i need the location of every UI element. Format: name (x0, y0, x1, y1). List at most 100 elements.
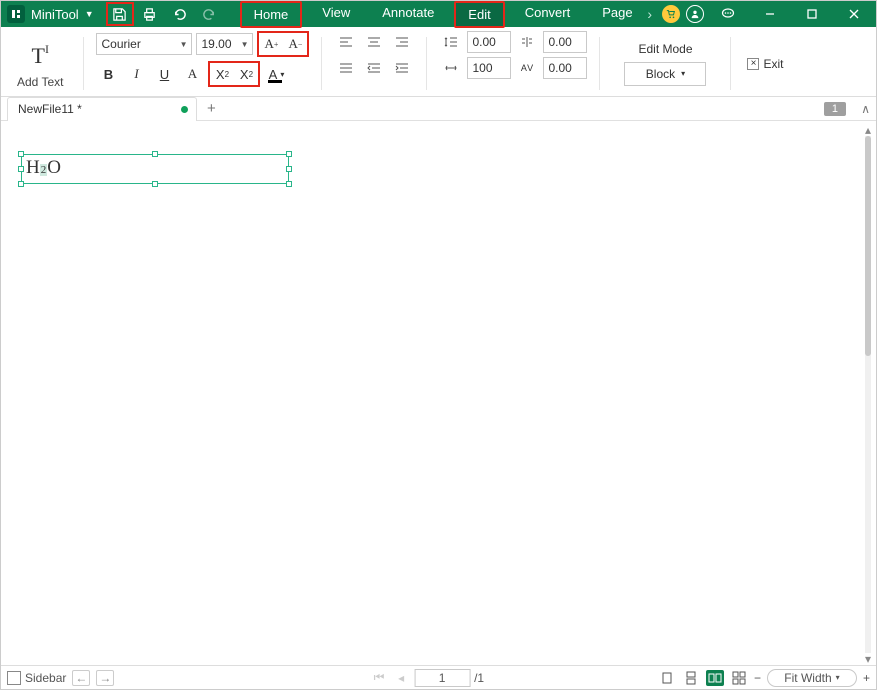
subscript-button[interactable]: X2 (234, 63, 258, 85)
shrink-font-button[interactable]: A− (283, 33, 307, 55)
resize-handle[interactable] (152, 151, 158, 157)
zoom-value: Fit Width (784, 671, 831, 685)
horiz-scale-input[interactable]: 100 (467, 57, 511, 79)
horiz-scale-icon (439, 57, 463, 79)
align-justify-button[interactable] (334, 57, 358, 79)
indent-increase-button[interactable] (390, 57, 414, 79)
document-canvas[interactable]: H2O ▴ ▾ (1, 124, 876, 665)
menu-view[interactable]: View (310, 1, 362, 28)
sidebar-icon (7, 671, 21, 685)
selected-textbox[interactable]: H2O (21, 154, 289, 184)
undo-icon[interactable] (166, 2, 194, 26)
bold-button[interactable]: B (96, 63, 120, 85)
resize-handle[interactable] (286, 151, 292, 157)
italic-button[interactable]: I (124, 63, 148, 85)
prev-page-icon[interactable]: ◂ (392, 671, 410, 685)
superscript-button[interactable]: X2 (210, 63, 234, 85)
line-spacing-icon (439, 31, 463, 53)
exit-label: Exit (763, 57, 783, 71)
user-icon[interactable] (686, 5, 704, 23)
app-name: MiniTool (31, 7, 79, 22)
maximize-button[interactable] (794, 1, 830, 27)
chevron-down-icon: ▾ (681, 69, 685, 78)
resize-handle[interactable] (18, 166, 24, 172)
font-size-value: 19.00 (201, 37, 231, 51)
view-continuous-icon[interactable] (682, 670, 700, 686)
view-grid-icon[interactable] (730, 670, 748, 686)
indent-decrease-button[interactable] (362, 57, 386, 79)
char-spacing-icon (515, 31, 539, 53)
fontformat-button[interactable]: A (180, 63, 204, 85)
page-total: /1 (474, 671, 484, 685)
app-logo (7, 5, 25, 23)
align-center-button[interactable] (362, 31, 386, 53)
resize-handle[interactable] (152, 181, 158, 187)
menu-page[interactable]: Page (590, 1, 644, 28)
tab-label: NewFile11 * (18, 102, 82, 116)
menu-annotate[interactable]: Annotate (370, 1, 446, 28)
overflow-chevron-icon[interactable]: › (647, 6, 652, 22)
exit-icon: × (747, 58, 759, 70)
scroll-thumb[interactable] (865, 136, 871, 356)
chat-icon[interactable] (710, 1, 746, 27)
page-indicator: 1 (824, 102, 846, 116)
font-family-combo[interactable]: Courier ▼ (96, 33, 192, 55)
first-page-icon[interactable]: ⏮ (370, 670, 388, 685)
resize-handle[interactable] (286, 166, 292, 172)
menu-edit[interactable]: Edit (454, 1, 504, 28)
underline-button[interactable]: U (152, 63, 176, 85)
word-spacing-icon: AV (515, 57, 539, 79)
print-icon[interactable] (136, 2, 164, 26)
resize-handle[interactable] (18, 181, 24, 187)
spacing-group: 0.00 0.00 100 AV 0.00 (439, 31, 587, 96)
close-button[interactable] (836, 1, 872, 27)
vertical-scrollbar[interactable]: ▴ ▾ (862, 124, 874, 665)
add-text-group[interactable]: TI Add Text (9, 31, 71, 96)
grow-font-button[interactable]: A+ (259, 33, 283, 55)
word-spacing-input[interactable]: 0.00 (543, 57, 587, 79)
cart-icon[interactable] (662, 5, 680, 23)
add-text-label: Add Text (17, 75, 63, 89)
scroll-up-icon[interactable]: ▴ (862, 124, 874, 136)
exit-group[interactable]: × Exit (743, 31, 787, 96)
redo-icon[interactable] (196, 2, 224, 26)
textbox-content[interactable]: H2O (22, 155, 288, 181)
align-right-button[interactable] (390, 31, 414, 53)
view-facing-icon[interactable] (706, 670, 724, 686)
zoom-combo[interactable]: Fit Width ▾ (767, 669, 857, 687)
app-menu-caret[interactable]: ▼ (85, 9, 94, 19)
collapse-tabbar-icon[interactable]: ∧ (861, 102, 870, 116)
line-spacing-input[interactable]: 0.00 (467, 31, 511, 53)
font-family-value: Courier (101, 37, 140, 51)
font-color-button[interactable]: A▾ (264, 63, 288, 85)
edit-mode-dropdown[interactable]: Block ▾ (624, 62, 706, 86)
page-number-input[interactable]: 1 (414, 669, 470, 687)
resize-handle[interactable] (18, 151, 24, 157)
titlebar: MiniTool ▼ Home View Annotate Edit Conve… (1, 1, 876, 27)
scroll-down-icon[interactable]: ▾ (862, 653, 874, 665)
new-tab-button[interactable]: + (207, 100, 216, 117)
add-text-icon: TI (20, 39, 60, 73)
sidebar-label: Sidebar (25, 671, 66, 685)
minimize-button[interactable] (752, 1, 788, 27)
save-icon[interactable] (106, 2, 134, 26)
nav-next-icon[interactable]: → (96, 670, 114, 686)
document-tab[interactable]: NewFile11 * (7, 97, 197, 121)
menu-convert[interactable]: Convert (513, 1, 583, 28)
nav-prev-icon[interactable]: ← (72, 670, 90, 686)
edit-mode-label: Edit Mode (638, 42, 692, 56)
view-single-icon[interactable] (658, 670, 676, 686)
status-bar: Sidebar ← → ⏮ ◂ 1 /1 − Fit Width ▾ + (1, 665, 876, 689)
align-left-button[interactable] (334, 31, 358, 53)
font-group: Courier ▼ 19.00 ▼ A+ A− B I U A X2 X2 A▾ (96, 31, 309, 96)
tab-bar: NewFile11 * + 1 ∧ (1, 97, 876, 121)
font-size-combo[interactable]: 19.00 ▼ (196, 33, 253, 55)
sidebar-toggle[interactable]: Sidebar (7, 671, 66, 685)
quick-access-toolbar (106, 2, 224, 26)
scroll-track[interactable] (865, 136, 871, 653)
zoom-in-button[interactable]: + (863, 671, 870, 685)
menu-home[interactable]: Home (240, 1, 303, 28)
resize-handle[interactable] (286, 181, 292, 187)
char-spacing-input[interactable]: 0.00 (543, 31, 587, 53)
zoom-out-button[interactable]: − (754, 671, 761, 685)
